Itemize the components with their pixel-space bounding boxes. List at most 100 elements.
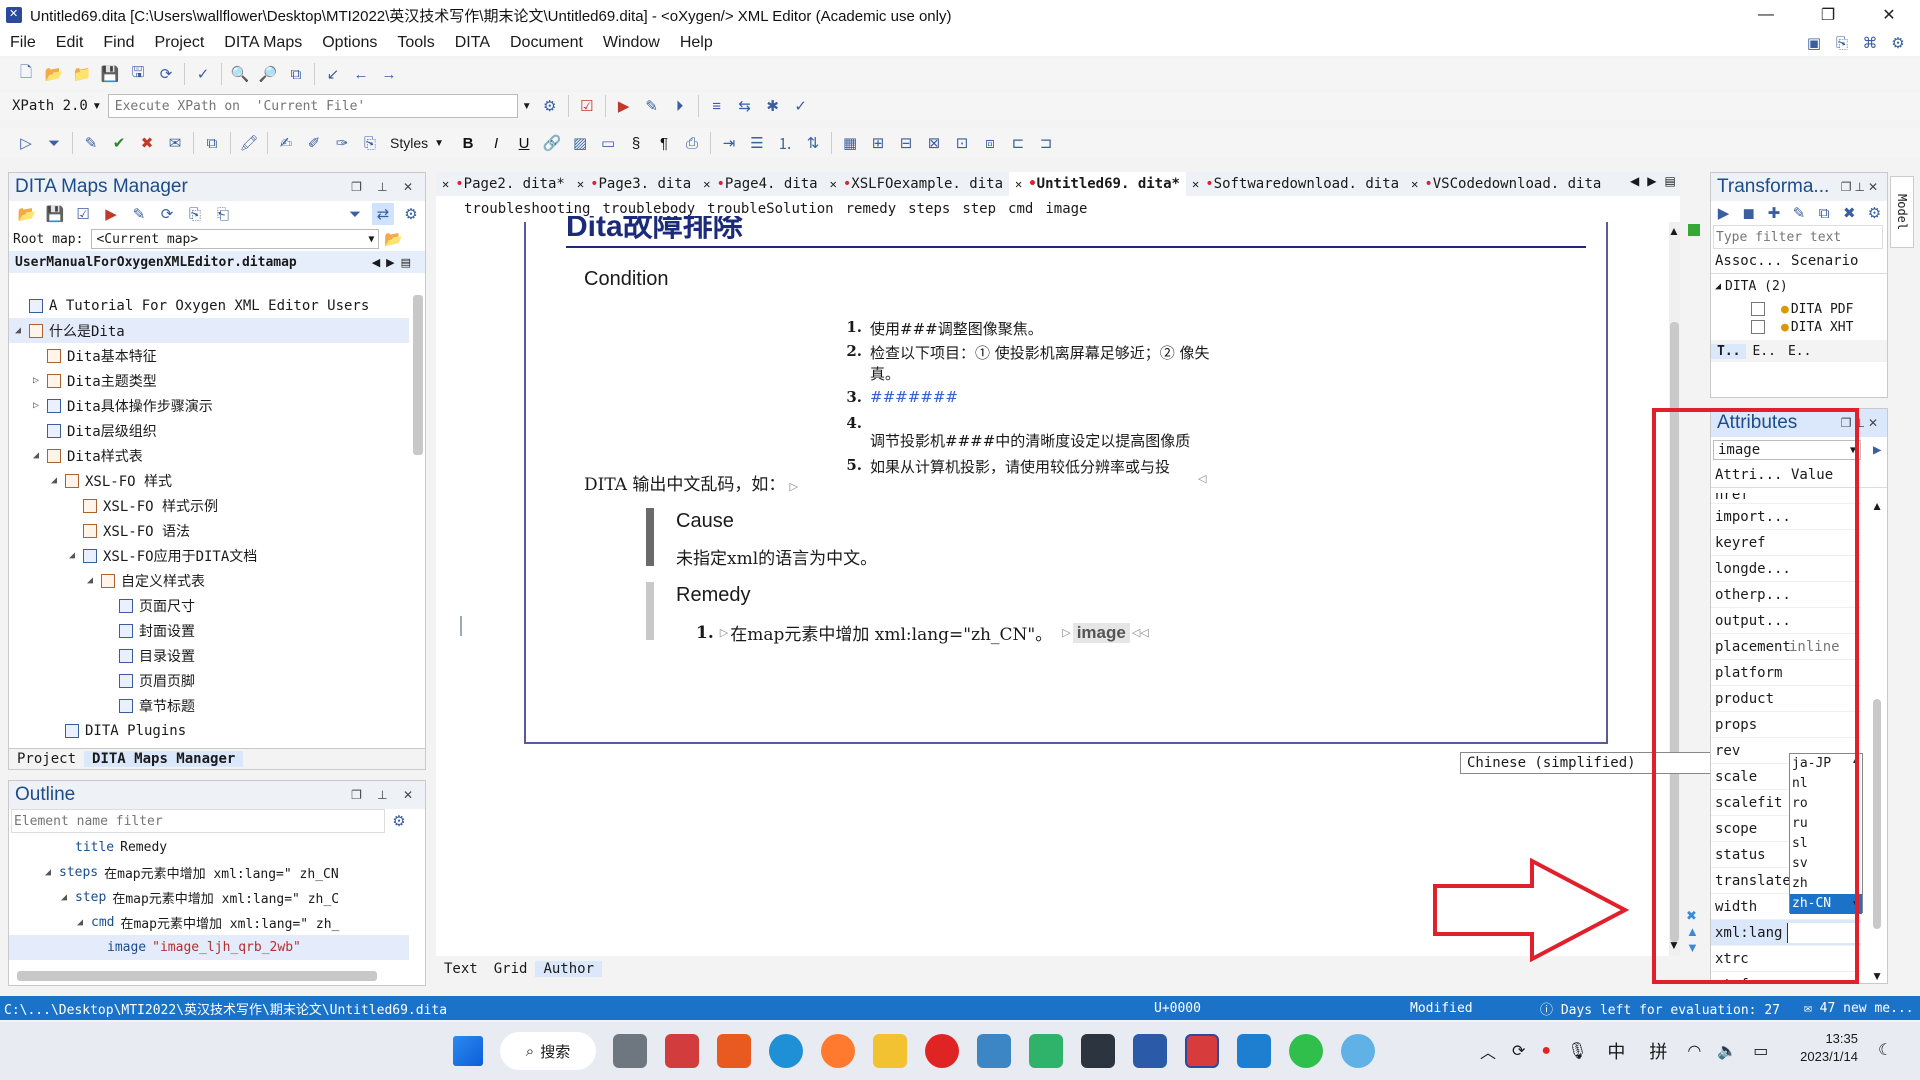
copy-icon[interactable]: ⧉ (201, 132, 223, 154)
codeblock-icon[interactable]: ⎙ (681, 132, 703, 154)
map-tree-item[interactable]: 页眉页脚 (9, 668, 409, 693)
configure-map-icon[interactable]: ✎ (128, 203, 150, 225)
filter-icon[interactable]: ⏷ (43, 132, 65, 154)
menu-edit[interactable]: Edit (46, 34, 94, 52)
scrollbar[interactable] (17, 971, 377, 981)
transformation-group[interactable]: ◢ DITA (2) (1711, 274, 1887, 298)
remove-icon[interactable]: ✖ (1840, 202, 1859, 224)
debug-icon[interactable]: ⏵ (669, 95, 691, 117)
office-icon[interactable] (717, 1034, 751, 1068)
pin-icon[interactable]: ✓ (790, 95, 812, 117)
comment-add-icon[interactable]: ✍ (275, 132, 297, 154)
compare-icon[interactable]: ⇆ (734, 95, 756, 117)
map-tree-item[interactable]: ▷ Dita具体操作步骤演示 (9, 393, 409, 418)
bold-icon[interactable]: B (457, 132, 479, 154)
expand-toggle-icon[interactable]: ◢ (87, 575, 101, 586)
tab-transformation[interactable]: T.. (1711, 343, 1747, 359)
open-root-map-icon[interactable]: 📂 (382, 228, 404, 250)
map-tree-item[interactable]: 章节标题 (9, 693, 409, 718)
menu-options[interactable]: Options (312, 34, 387, 52)
close-window-button[interactable]: ✕ (1866, 0, 1912, 30)
scroll-up-icon[interactable]: ▲ (1871, 499, 1883, 513)
outline-item[interactable]: ◢ step 在map元素中增加 xml:lang=" zh_C (9, 885, 409, 910)
scrollbar-thumb[interactable] (1873, 699, 1881, 929)
settings-icon[interactable]: ⚙ (1865, 202, 1884, 224)
tab-author[interactable]: Author (535, 961, 603, 977)
accept-change-icon[interactable]: ✔ (108, 132, 130, 154)
transform-map-icon[interactable]: ▶ (100, 203, 122, 225)
minimize-button[interactable]: — (1743, 0, 1789, 30)
save-all-icon[interactable]: 🖫 (127, 63, 149, 85)
spellcheck-icon[interactable]: ✓ (192, 63, 214, 85)
panel-controls-icon[interactable]: ❐⊥✕ (1841, 180, 1881, 194)
track-changes-icon[interactable]: ✎ (80, 132, 102, 154)
unordered-list-icon[interactable]: ☰ (746, 132, 768, 154)
task-view-icon[interactable] (613, 1034, 647, 1068)
xpath-settings-icon[interactable]: ⚙ (539, 95, 561, 117)
tab-e1[interactable]: E.. (1746, 344, 1781, 359)
root-map-select[interactable]: <Current map> ▼ (91, 229, 380, 249)
filter-icon[interactable]: ⏷ (344, 203, 366, 225)
map-tree-item[interactable]: ◢ XSL-FO 样式 (9, 468, 409, 493)
xpath-input[interactable] (107, 94, 518, 118)
browser-icon[interactable] (1341, 1034, 1375, 1068)
apply-transformation-icon[interactable]: ▶ (613, 95, 635, 117)
scenario-item[interactable]: ● DITA PDF (1711, 298, 1887, 320)
scenario-item[interactable]: ● DITA XHT (1711, 320, 1887, 334)
scroll-down-icon[interactable]: ▼ (1871, 969, 1883, 983)
image-icon[interactable]: ▨ (569, 132, 591, 154)
xpath-version-select[interactable]: XPath 2.0 (8, 98, 92, 114)
outline-item[interactable]: ◢ cmd 在map元素中增加 xml:lang=" zh_ (9, 910, 409, 935)
styles-dropdown[interactable]: Styles (384, 135, 434, 151)
expand-toggle-icon[interactable]: ▷ (33, 375, 47, 386)
sort-icon[interactable]: ⇅ (802, 132, 824, 154)
menu-help[interactable]: Help (670, 34, 723, 52)
settings-icon[interactable]: ⚙ (400, 203, 422, 225)
comment-edit-icon[interactable]: ✐ (303, 132, 325, 154)
expand-toggle-icon[interactable]: ◢ (61, 892, 75, 903)
export-map-icon[interactable]: ⎗ (212, 203, 234, 225)
media-icon[interactable]: ▭ (597, 132, 619, 154)
outline-item[interactable]: ◢ steps 在map元素中增加 xml:lang=" zh_CN (9, 860, 409, 885)
apply-icon[interactable]: ▶ (1714, 202, 1733, 224)
tab-nav-icon[interactable]: ◀▶▤ (1630, 174, 1684, 188)
snipping-tool-icon[interactable] (665, 1034, 699, 1068)
perspective-xquery-icon[interactable]: ⌘ (1859, 32, 1881, 54)
breadcrumb-item[interactable]: image (1045, 201, 1087, 217)
open-map-icon[interactable]: 📂 (16, 203, 38, 225)
expand-toggle-icon[interactable]: ◢ (51, 475, 65, 486)
edge-icon[interactable] (769, 1034, 803, 1068)
close-tab-icon[interactable]: ✕ (577, 177, 584, 191)
map-tree-item[interactable]: A Tutorial For Oxygen XML Editor Users (9, 293, 409, 318)
tab-e2[interactable]: E.. (1782, 344, 1817, 359)
status-messages[interactable]: ✉ 47 new me... (1804, 1001, 1914, 1016)
close-tab-icon[interactable]: ✕ (1015, 177, 1022, 191)
volume-icon[interactable]: 🔈 (1717, 1041, 1737, 1061)
comment-icon[interactable]: ✉ (164, 132, 186, 154)
chevron-down-icon[interactable]: ▼ (522, 101, 532, 112)
battery-icon[interactable]: ▭ (1753, 1041, 1768, 1061)
map-tree-item[interactable]: DITA Plugins (9, 718, 409, 743)
map-tree-item[interactable]: ◢ XSL-FO应用于DITA文档 (9, 543, 409, 568)
find-icon[interactable]: 🔍 (229, 63, 251, 85)
menu-document[interactable]: Document (500, 34, 593, 52)
refresh-map-icon[interactable]: ⟳ (156, 203, 178, 225)
close-tab-icon[interactable]: ✕ (1192, 177, 1199, 191)
ime-language[interactable]: 中 (1607, 1038, 1625, 1064)
underline-icon[interactable]: U (513, 132, 535, 154)
chevron-down-icon[interactable]: ▼ (92, 101, 102, 112)
panel-controls-icon[interactable]: ❐ ⊥ ✕ (351, 788, 419, 802)
element-filter-input[interactable] (11, 809, 385, 833)
panel-controls-icon[interactable]: ❐ ⊥ ✕ (351, 180, 419, 194)
chevron-down-icon[interactable]: ▼ (434, 138, 444, 149)
image-tag[interactable]: image (1072, 622, 1130, 643)
scrollbar[interactable] (413, 295, 423, 455)
duplicate-icon[interactable]: ⧉ (1815, 202, 1834, 224)
expand-toggle-icon[interactable]: ◢ (33, 450, 47, 461)
close-tab-icon[interactable]: ✕ (1411, 177, 1418, 191)
menu-dita[interactable]: DITA (445, 34, 500, 52)
section-icon[interactable]: § (625, 132, 647, 154)
save-icon[interactable]: 💾 (99, 63, 121, 85)
map-tree-item[interactable]: ◢ 自定义样式表 (9, 568, 409, 593)
ordered-list-icon[interactable]: ⒈ (774, 132, 796, 154)
